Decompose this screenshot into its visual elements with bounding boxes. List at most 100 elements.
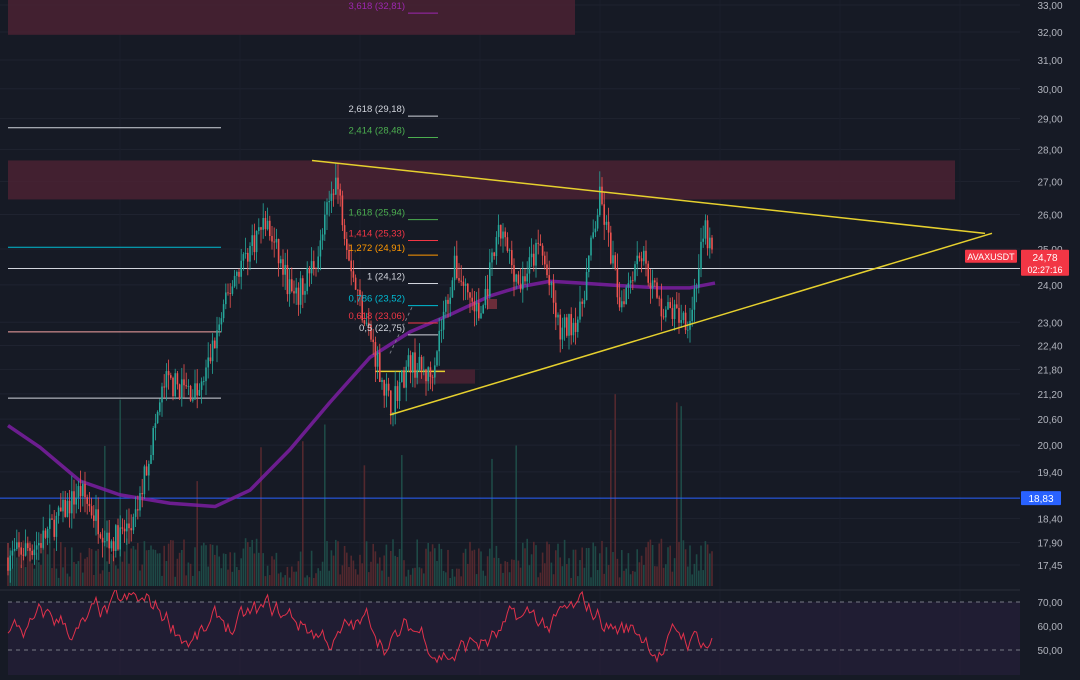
volume-bar — [486, 556, 489, 586]
candle-body — [148, 463, 150, 476]
price-tick-label: 30,00 — [1037, 85, 1062, 96]
candle-body — [603, 204, 605, 225]
volume-bar — [460, 576, 462, 586]
candle-body — [425, 369, 427, 382]
volume-bar — [557, 543, 559, 586]
volume-bar — [302, 441, 304, 586]
volume-bar — [658, 543, 660, 586]
candle-body — [297, 287, 300, 305]
volume-bar — [423, 573, 425, 586]
candle-body — [264, 217, 267, 230]
candle-body — [680, 320, 682, 323]
candle-body — [610, 232, 612, 264]
axis-background — [1020, 0, 1080, 675]
volume-bar — [431, 544, 434, 586]
candle-body — [220, 318, 223, 325]
volume-bar — [79, 552, 82, 586]
candle-body — [57, 507, 60, 516]
candle-body — [651, 280, 654, 289]
volume-bar — [22, 540, 25, 586]
volume-bar — [568, 558, 570, 586]
volume-bar — [101, 570, 104, 586]
fib-level-label: 0,786 (23,52) — [348, 294, 405, 305]
volume-bar — [330, 550, 333, 586]
fib-level-label: 0,5 (22,75) — [359, 323, 405, 334]
candle-body — [187, 385, 190, 387]
candle-body — [9, 555, 11, 571]
volume-bar — [618, 577, 621, 586]
candle-body — [108, 532, 110, 549]
candle-body — [572, 322, 575, 336]
volume-bar — [680, 406, 682, 586]
candle-body — [706, 220, 709, 249]
volume-bar — [62, 567, 64, 586]
candle-body — [550, 282, 553, 286]
volume-bar — [535, 545, 537, 586]
volume-bar — [376, 563, 379, 586]
candle-body — [181, 379, 183, 399]
candle-body — [654, 280, 656, 283]
volume-bar — [451, 568, 454, 586]
volume-bar — [649, 539, 652, 586]
volume-bar — [689, 545, 691, 586]
candle-body — [588, 255, 590, 273]
volume-bar — [555, 550, 557, 586]
volume-bar — [497, 558, 500, 586]
volume-bar — [541, 552, 544, 586]
fib-level-label: 0,618 (23,06) — [348, 311, 405, 322]
volume-bar — [97, 549, 99, 586]
candle-body — [478, 302, 480, 319]
volume-bar — [513, 559, 515, 586]
volume-bar — [502, 572, 504, 586]
volume-bar — [247, 542, 249, 586]
volume-bar — [178, 552, 181, 586]
volume-bar — [165, 561, 168, 586]
candle-body — [73, 491, 75, 505]
volume-bar — [229, 552, 231, 586]
volume-bar — [324, 424, 326, 586]
volume-bar — [629, 574, 632, 586]
volume-bar — [704, 541, 707, 586]
volume-bar — [550, 562, 553, 586]
volume-bar — [68, 576, 71, 586]
candle-body — [467, 283, 469, 293]
volume-bar — [409, 574, 412, 586]
volume-bar — [526, 538, 528, 586]
volume-bar — [57, 577, 60, 586]
candle-body — [409, 355, 412, 373]
candle-body — [357, 289, 359, 291]
candle-body — [583, 300, 586, 304]
candle-body — [709, 237, 711, 249]
volume-bar — [711, 551, 713, 586]
volume-bar — [220, 568, 223, 586]
candle-body — [517, 274, 520, 284]
volume-bar — [84, 558, 86, 586]
candle-body — [130, 528, 132, 531]
volume-bar — [405, 576, 407, 586]
zone-marker — [487, 299, 497, 309]
candle-body — [90, 506, 93, 516]
candle-body — [354, 277, 357, 290]
volume-bar — [702, 570, 704, 586]
candle-body — [464, 283, 467, 286]
candle-body — [678, 307, 680, 323]
candle-body — [563, 317, 566, 328]
volume-bar — [383, 555, 385, 586]
volume-bar — [282, 577, 284, 586]
volume-bar — [651, 544, 654, 586]
volume-bar — [64, 547, 66, 586]
candle-body — [535, 242, 537, 266]
chart-canvas[interactable]: 3,618 (32,81) 2,618 (29,18) 2,414 (28,48) 1… — [0, 0, 1080, 680]
candle-body — [346, 238, 348, 250]
volume-bar — [150, 545, 152, 586]
candle-body — [581, 301, 583, 304]
trading-chart[interactable]: 3,618 (32,81) 2,618 (29,18) 2,414 (28,48) 1… — [0, 0, 1080, 680]
volume-bar — [198, 571, 201, 586]
volume-bar — [561, 566, 564, 586]
candle-body — [667, 302, 669, 310]
price-axis[interactable]: 17,45 17,90 18,40 19,40 20,00 20,60 21,20 21,80… — [1020, 0, 1080, 675]
volume-bar — [500, 563, 502, 586]
symbol-tag-label: AVAXUSDT — [967, 252, 1015, 262]
volume-bar — [86, 557, 88, 586]
volume-bar — [38, 562, 40, 586]
